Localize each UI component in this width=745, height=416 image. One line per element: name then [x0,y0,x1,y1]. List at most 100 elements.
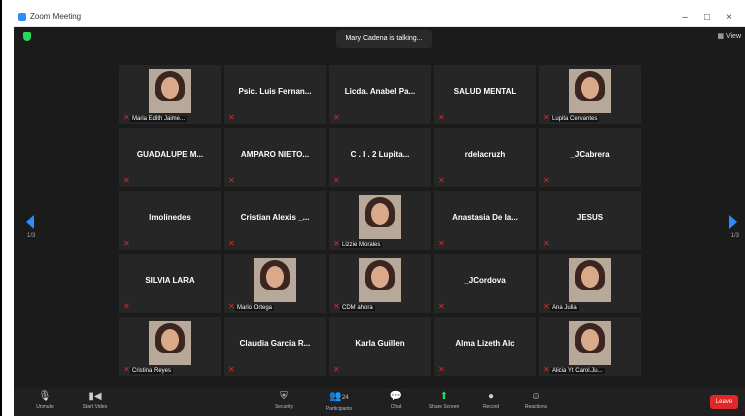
close-button[interactable]: × [719,10,739,26]
muted-mic-icon: ✕ [438,365,445,374]
participant-label: Maria Edith Jaime... [130,116,188,122]
participant-name: rdelacruzh [464,150,506,159]
participant-name: AMPARO NIETO... [240,150,310,159]
participant-tile[interactable]: Claudia Garcia R... ✕ [224,317,326,376]
view-button[interactable]: ▦ View [717,32,741,40]
chat-label: Chat [390,404,402,410]
meeting-area: Mary Cadena is talking... ▦ View 1/3 1/3… [14,27,745,388]
start-video-label: Start Video [82,404,108,410]
participant-face [581,266,599,288]
muted-mic-icon: ✕ [543,176,550,185]
maximize-button[interactable]: □ [697,10,717,26]
participant-face [266,266,284,288]
participant-name: lmolinedes [149,213,191,222]
muted-mic-icon: ✕ [123,239,130,248]
participant-tile[interactable]: ✕ Mario Ortega [224,254,326,313]
participant-video [359,258,401,302]
participant-tile[interactable]: Licda. Anabel Pa... ✕ [329,65,431,124]
participant-tile[interactable]: ✕ Ana Julia [539,254,641,313]
participant-tile[interactable]: AMPARO NIETO... ✕ [224,128,326,187]
page-indicator-left: 1/3 [27,233,36,239]
reactions-label: Reactions [524,404,548,410]
muted-mic-icon: ✕ [543,365,550,374]
page-indicator-right: 1/3 [730,233,739,239]
meeting-toolbar: 🎙 Unmute ▮◀ Start Video ⛨ Security 👥24 P… [14,388,745,416]
previous-page-icon[interactable] [26,215,34,229]
record-icon: ● [487,391,495,402]
participant-tile[interactable]: rdelacruzh ✕ [434,128,536,187]
muted-mic-icon: ✕ [543,239,550,248]
grid-icon: ▦ [717,33,726,40]
muted-mic-icon: ✕ [438,302,445,311]
participant-tile[interactable]: SILVIA LARA ✕ [119,254,221,313]
participant-face [371,266,389,288]
participant-name: GUADALUPE M... [136,150,204,159]
participant-video [149,321,191,365]
participant-tile[interactable]: ✕ Cristina Reyes [119,317,221,376]
participant-video [149,69,191,113]
muted-mic-icon: ✕ [123,113,130,122]
participant-tile[interactable]: lmolinedes ✕ [119,191,221,250]
participant-name: SALUD MENTAL [453,87,517,96]
participant-tile[interactable]: ✕ Alicia Yt Carol.Ju... [539,317,641,376]
unmute-label: Unmute [36,404,54,410]
participant-tile[interactable]: ✕ Lizzie Morales [329,191,431,250]
security-shield-icon[interactable] [23,32,31,41]
muted-mic-icon: ✕ [438,113,445,122]
participant-tile[interactable]: JESUS ✕ [539,191,641,250]
leave-button[interactable]: Leave [710,395,738,409]
participant-tile[interactable]: Anastasia De la... ✕ [434,191,536,250]
screen-edge [0,0,2,416]
reactions-button[interactable]: ☺ Reactions [511,390,561,414]
participant-name: Claudia Garcia R... [239,339,311,348]
muted-mic-icon: ✕ [333,176,340,185]
view-label: View [725,33,741,40]
participant-video [359,195,401,239]
next-page-icon[interactable] [729,215,737,229]
participant-name: JESUS [576,213,604,222]
participant-name: C . I . 2 Lupita... [350,150,410,159]
share-screen-icon: ⬆ [439,391,449,402]
participant-label: Cristina Reyes [130,368,174,374]
participant-label: Lizzie Morales [340,242,383,248]
muted-mic-icon: ✕ [123,365,130,374]
muted-mic-icon: ✕ [123,302,130,311]
participant-tile[interactable]: _JCordova ✕ [434,254,536,313]
unmute-button[interactable]: 🎙 Unmute [20,390,70,414]
participants-button[interactable]: 👥24 Participants [314,390,364,414]
participant-face [161,77,179,99]
video-off-icon: ▮◀ [88,391,102,402]
minimize-button[interactable]: – [675,10,695,26]
participant-tile[interactable]: Karla Guillen ✕ [329,317,431,376]
participant-tile[interactable]: ✕ CDM ahora [329,254,431,313]
participant-name: Anastasia De la... [452,213,518,222]
security-button[interactable]: ⛨ Security [259,390,309,414]
muted-mic-icon: ✕ [333,239,340,248]
muted-mic-icon: ✕ [123,176,130,185]
muted-mic-icon: ✕ [333,302,340,311]
participant-label: CDM ahora [340,305,375,311]
participant-grid: ✕ Maria Edith Jaime... Psic. Luis Fernan..… [119,65,641,383]
record-button[interactable]: ● Record [466,390,516,414]
share-screen-button[interactable]: ⬆ Share Screen [419,390,469,414]
participants-label: Participants [325,406,353,412]
participant-tile[interactable]: GUADALUPE M... ✕ [119,128,221,187]
participant-label: Alicia Yt Carol.Ju... [550,368,605,374]
participant-tile[interactable]: ✕ Lupita Cervantes [539,65,641,124]
participant-tile[interactable]: C . I . 2 Lupita... ✕ [329,128,431,187]
active-speaker-indicator: Mary Cadena is talking... [336,30,432,48]
participant-tile[interactable]: Psic. Luis Fernan... ✕ [224,65,326,124]
participant-tile[interactable]: Cristian Alexis _... ✕ [224,191,326,250]
participant-tile[interactable]: ✕ Maria Edith Jaime... [119,65,221,124]
participant-name: _JCabrera [570,150,610,159]
chat-button[interactable]: 💬 Chat [371,390,421,414]
participant-tile[interactable]: SALUD MENTAL ✕ [434,65,536,124]
muted-mic-icon: ✕ [333,365,340,374]
participant-tile[interactable]: _JCabrera ✕ [539,128,641,187]
participant-name: SILVIA LARA [145,276,195,285]
participant-name: Alma Lizeth Alc [455,339,515,348]
participant-face [581,329,599,351]
participant-tile[interactable]: Alma Lizeth Alc ✕ [434,317,536,376]
participants-icon: 👥24 [329,391,349,402]
start-video-button[interactable]: ▮◀ Start Video [70,390,120,414]
